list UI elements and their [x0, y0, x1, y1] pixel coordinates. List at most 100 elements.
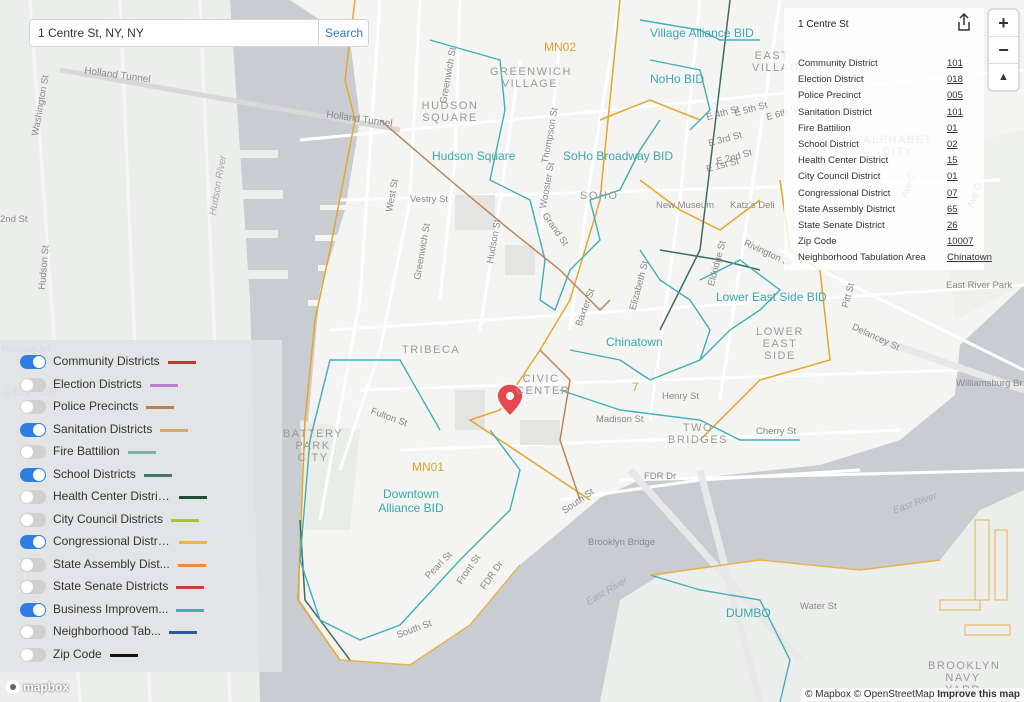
info-row-label: City Council District: [798, 171, 881, 183]
layer-row: Congressional Districts: [20, 532, 270, 552]
layers-panel: Community Districts Election Districts Pol…: [0, 340, 282, 672]
layer-label: City Council Districts: [53, 511, 164, 526]
layer-label: Community Districts: [53, 354, 160, 368]
layer-color-swatch: [169, 631, 197, 634]
layer-color-swatch: [168, 361, 196, 364]
info-row-label: State Assembly District: [798, 203, 896, 215]
info-row-value[interactable]: 018: [947, 74, 963, 85]
compass-button[interactable]: ▲: [989, 64, 1018, 90]
info-row-value[interactable]: 01: [947, 171, 958, 182]
zoom-in-button[interactable]: +: [989, 10, 1018, 37]
layer-toggle[interactable]: [20, 377, 46, 392]
layer-color-swatch: [144, 473, 172, 477]
info-row-label: Community District: [798, 58, 878, 69]
layer-toggle[interactable]: [20, 512, 46, 527]
toggle-knob: [21, 491, 33, 503]
mapbox-logo-icon: [6, 680, 20, 694]
toggle-knob: [21, 401, 33, 413]
layer-toggle[interactable]: [20, 355, 46, 369]
search-input[interactable]: [30, 20, 318, 46]
info-row: Fire Battilion 01: [798, 123, 978, 138]
info-row: Neighborhood Tabulation Area Chinatown: [798, 252, 992, 267]
info-row-value[interactable]: 005: [947, 90, 963, 101]
layer-color-swatch: [179, 496, 207, 499]
info-row-label: Police Precinct: [798, 90, 861, 102]
layer-label: Sanitation Districts: [53, 421, 153, 436]
layer-label: Fire Battilion: [53, 444, 120, 458]
info-row-value[interactable]: 10007: [947, 236, 973, 247]
info-row-label: State Senate District: [798, 220, 885, 231]
toggle-knob: [21, 446, 33, 458]
info-row-value[interactable]: 01: [947, 123, 958, 134]
info-row-value[interactable]: 15: [947, 155, 958, 166]
info-row-value[interactable]: 101: [947, 58, 963, 69]
attribution-mapbox[interactable]: © Mapbox: [805, 689, 851, 700]
layer-color-swatch: [179, 541, 207, 544]
layer-label: Health Center Districts: [53, 489, 171, 503]
layer-color-swatch: [176, 586, 204, 589]
layer-row: Health Center Districts: [20, 487, 270, 507]
layer-label: Neighborhood Tab...: [53, 624, 161, 638]
info-row: Police Precinct 005: [798, 90, 978, 105]
info-row: School District 02: [798, 139, 978, 154]
layer-color-swatch: [110, 653, 138, 657]
info-row-label: Fire Battilion: [798, 122, 851, 134]
layer-row: State Assembly Dist...: [20, 555, 270, 575]
layer-label: Police Precincts: [53, 399, 139, 413]
layer-toggle[interactable]: [20, 535, 46, 549]
toggle-knob: [33, 356, 45, 368]
layer-label: Election Districts: [53, 376, 142, 391]
layer-toggle[interactable]: [20, 490, 46, 504]
info-row-label: Sanitation District: [798, 106, 872, 118]
layer-color-swatch: [178, 563, 206, 567]
toggle-knob: [21, 513, 33, 526]
layer-label: Business Improvem...: [53, 601, 169, 616]
info-row: Congressional District 07: [798, 188, 978, 203]
layer-toggle[interactable]: [20, 625, 46, 639]
info-row: State Senate District 26: [798, 220, 978, 235]
toggle-knob: [21, 626, 33, 638]
layer-label: State Assembly Dist...: [53, 556, 170, 571]
layer-color-swatch: [171, 518, 199, 522]
layer-toggle[interactable]: [20, 580, 46, 594]
info-row: State Assembly District 65: [798, 204, 978, 219]
layer-color-swatch: [146, 406, 174, 409]
share-icon[interactable]: [956, 12, 972, 32]
mapbox-logo[interactable]: mapbox: [6, 680, 69, 694]
improve-map-link[interactable]: Improve this map: [937, 689, 1020, 700]
layer-toggle[interactable]: [20, 602, 46, 617]
layer-toggle[interactable]: [20, 400, 46, 414]
layer-toggle[interactable]: [20, 467, 46, 482]
info-title: 1 Centre St: [798, 19, 849, 30]
info-row: Community District 101: [798, 58, 978, 73]
layer-color-swatch: [128, 451, 156, 454]
info-row-value[interactable]: Chinatown: [947, 252, 992, 263]
layer-toggle[interactable]: [20, 557, 46, 572]
layer-toggle[interactable]: [20, 647, 46, 662]
layer-toggle[interactable]: [20, 445, 46, 459]
info-row-value[interactable]: 02: [947, 139, 958, 150]
toggle-knob: [33, 423, 45, 436]
layer-row: Fire Battilion: [20, 442, 270, 462]
info-row: City Council District 01: [798, 171, 978, 186]
info-row-value[interactable]: 26: [947, 220, 958, 231]
layer-toggle[interactable]: [20, 422, 46, 437]
layer-row: Zip Code: [20, 645, 270, 665]
layer-label: Congressional Districts: [53, 534, 171, 548]
layer-row: Community Districts: [20, 352, 270, 372]
info-row: Sanitation District 101: [798, 107, 978, 122]
info-row-value[interactable]: 65: [947, 204, 958, 215]
mapbox-logo-text: mapbox: [23, 680, 70, 694]
layer-row: State Senate Districts: [20, 577, 270, 597]
zoom-out-button[interactable]: −: [989, 37, 1018, 64]
toggle-knob: [33, 536, 45, 548]
search-button[interactable]: Search: [318, 20, 368, 46]
info-row-value[interactable]: 07: [947, 188, 958, 199]
info-panel: 1 Centre St Community District 101 Electio…: [784, 8, 992, 270]
layer-row: City Council Districts: [20, 510, 270, 530]
info-row-value[interactable]: 101: [947, 107, 963, 118]
attribution-osm[interactable]: © OpenStreetMap: [854, 689, 935, 700]
info-row-label: Congressional District: [798, 187, 891, 199]
toggle-knob: [33, 603, 45, 616]
toggle-knob: [21, 648, 33, 661]
